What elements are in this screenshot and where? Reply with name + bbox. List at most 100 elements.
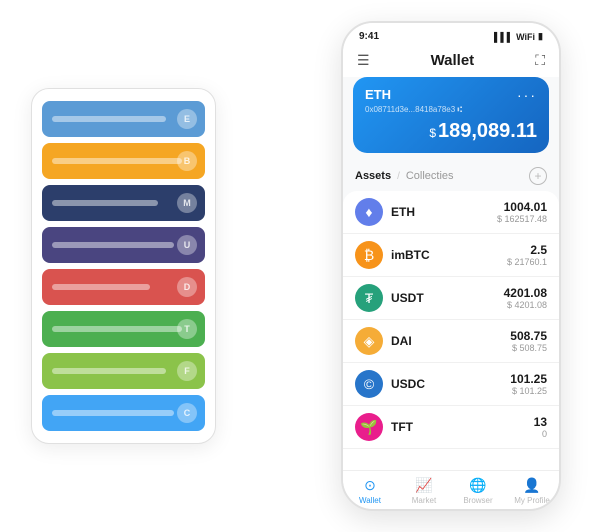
nav-icon-wallet: ⊙	[364, 477, 376, 494]
card-line	[52, 200, 158, 206]
card-line	[52, 410, 174, 416]
card-icon: F	[177, 361, 197, 381]
status-time: 9:41	[359, 31, 379, 42]
nav-icon-browser: 🌐	[469, 477, 486, 494]
card-line	[52, 284, 150, 290]
card-stack: EBM U DTF C	[31, 88, 216, 444]
asset-usd: $ 101.25	[510, 386, 547, 396]
asset-icon-eth: ♦	[355, 198, 383, 226]
card-icon: C	[177, 403, 197, 423]
asset-amounts-eth: 1004.01$ 162517.48	[497, 200, 547, 224]
asset-list: ♦ ETH1004.01$ 162517.48 ₿ imBTC2.5$ 21760.1…	[343, 191, 559, 470]
nav-label-profile: My Profile	[514, 496, 550, 505]
asset-amount: 508.75	[510, 329, 547, 343]
asset-amounts-dai: 508.75$ 508.75	[510, 329, 547, 353]
asset-usd: $ 21760.1	[507, 257, 547, 267]
asset-item-usdt[interactable]: ₮ USDT4201.08$ 4201.08	[343, 277, 559, 320]
eth-balance-symbol: $	[429, 126, 436, 140]
asset-amounts-usdt: 4201.08$ 4201.08	[504, 286, 547, 310]
nav-icon-profile: 👤	[523, 477, 540, 494]
wifi-icon: WiFi	[516, 32, 535, 42]
asset-name-dai: DAI	[391, 334, 510, 348]
status-bar: 9:41 ▌▌▌ WiFi ▮	[343, 23, 559, 46]
nav-item-market[interactable]: 📈 Market	[397, 477, 451, 505]
nav-label-wallet: Wallet	[359, 496, 381, 505]
asset-icon-imbtc: ₿	[355, 241, 383, 269]
asset-name-usdc: USDC	[391, 377, 510, 391]
assets-tab-inactive[interactable]: Collecties	[406, 170, 454, 182]
asset-amount: 13	[534, 415, 547, 429]
battery-icon: ▮	[538, 31, 543, 42]
nav-item-browser[interactable]: 🌐 Browser	[451, 477, 505, 505]
eth-card[interactable]: ETH ··· 0x08711d3e...8418a78e3 ⑆ $189,08…	[353, 77, 549, 153]
asset-amounts-tft: 130	[534, 415, 547, 439]
asset-item-imbtc[interactable]: ₿ imBTC2.5$ 21760.1	[343, 234, 559, 277]
asset-icon-usdc: ©	[355, 370, 383, 398]
card-item-7[interactable]: C	[42, 395, 205, 431]
asset-icon-tft: 🌱	[355, 413, 383, 441]
card-line	[52, 326, 182, 332]
asset-item-eth[interactable]: ♦ ETH1004.01$ 162517.48	[343, 191, 559, 234]
asset-amount: 1004.01	[497, 200, 547, 214]
asset-name-eth: ETH	[391, 205, 497, 219]
assets-tab-divider: /	[397, 171, 400, 182]
card-line	[52, 242, 174, 248]
card-icon: M	[177, 193, 197, 213]
assets-tab-active[interactable]: Assets	[355, 170, 391, 182]
card-line	[52, 116, 166, 122]
asset-amounts-imbtc: 2.5$ 21760.1	[507, 243, 547, 267]
nav-icon-market: 📈	[415, 477, 432, 494]
card-line	[52, 158, 182, 164]
nav-label-browser: Browser	[463, 496, 492, 505]
asset-item-usdc[interactable]: © USDC101.25$ 101.25	[343, 363, 559, 406]
header-title: Wallet	[431, 52, 475, 69]
asset-name-tft: TFT	[391, 420, 534, 434]
card-item-3[interactable]: U	[42, 227, 205, 263]
eth-label: ETH	[365, 87, 391, 102]
expand-icon[interactable]: ⛶	[535, 52, 545, 69]
card-line	[52, 368, 166, 374]
asset-item-dai[interactable]: ◈ DAI508.75$ 508.75	[343, 320, 559, 363]
asset-amounts-usdc: 101.25$ 101.25	[510, 372, 547, 396]
phone-frame: 9:41 ▌▌▌ WiFi ▮ ☰ Wallet ⛶ ETH ··· 0x087…	[341, 21, 561, 511]
asset-item-tft[interactable]: 🌱 TFT130	[343, 406, 559, 449]
card-icon: U	[177, 235, 197, 255]
eth-card-top: ETH ···	[365, 87, 537, 103]
card-item-4[interactable]: D	[42, 269, 205, 305]
nav-label-market: Market	[412, 496, 436, 505]
eth-address: 0x08711d3e...8418a78e3 ⑆	[365, 105, 537, 114]
signal-icon: ▌▌▌	[494, 32, 513, 42]
asset-icon-dai: ◈	[355, 327, 383, 355]
bottom-nav: ⊙ Wallet 📈 Market 🌐 Browser 👤 My Profile	[343, 470, 559, 509]
asset-amount: 101.25	[510, 372, 547, 386]
card-icon: E	[177, 109, 197, 129]
assets-add-button[interactable]: +	[529, 167, 547, 185]
scene: EBM U DTF C 9:41 ▌▌▌ WiFi ▮ ☰ Wallet ⛶ ETH …	[11, 11, 591, 521]
status-icons: ▌▌▌ WiFi ▮	[494, 31, 543, 42]
asset-usd: $ 508.75	[510, 343, 547, 353]
asset-name-usdt: USDT	[391, 291, 504, 305]
phone-header: ☰ Wallet ⛶	[343, 46, 559, 77]
asset-amount: 4201.08	[504, 286, 547, 300]
asset-usd: $ 4201.08	[504, 300, 547, 310]
nav-item-profile[interactable]: 👤 My Profile	[505, 477, 559, 505]
assets-header: Assets / Collecties +	[343, 161, 559, 191]
menu-icon[interactable]: ☰	[357, 52, 370, 69]
card-item-6[interactable]: F	[42, 353, 205, 389]
card-icon: D	[177, 277, 197, 297]
asset-usd: 0	[534, 429, 547, 439]
eth-balance: $189,089.11	[365, 120, 537, 143]
assets-tabs: Assets / Collecties	[355, 170, 454, 182]
asset-usd: $ 162517.48	[497, 214, 547, 224]
asset-icon-usdt: ₮	[355, 284, 383, 312]
eth-balance-amount: 189,089.11	[438, 120, 537, 142]
card-item-1[interactable]: B	[42, 143, 205, 179]
eth-dots-menu[interactable]: ···	[517, 87, 537, 103]
asset-name-imbtc: imBTC	[391, 248, 507, 262]
asset-amount: 2.5	[507, 243, 547, 257]
nav-item-wallet[interactable]: ⊙ Wallet	[343, 477, 397, 505]
card-item-0[interactable]: E	[42, 101, 205, 137]
card-item-5[interactable]: T	[42, 311, 205, 347]
card-item-2[interactable]: M	[42, 185, 205, 221]
phone-content: ETH ··· 0x08711d3e...8418a78e3 ⑆ $189,08…	[343, 77, 559, 470]
